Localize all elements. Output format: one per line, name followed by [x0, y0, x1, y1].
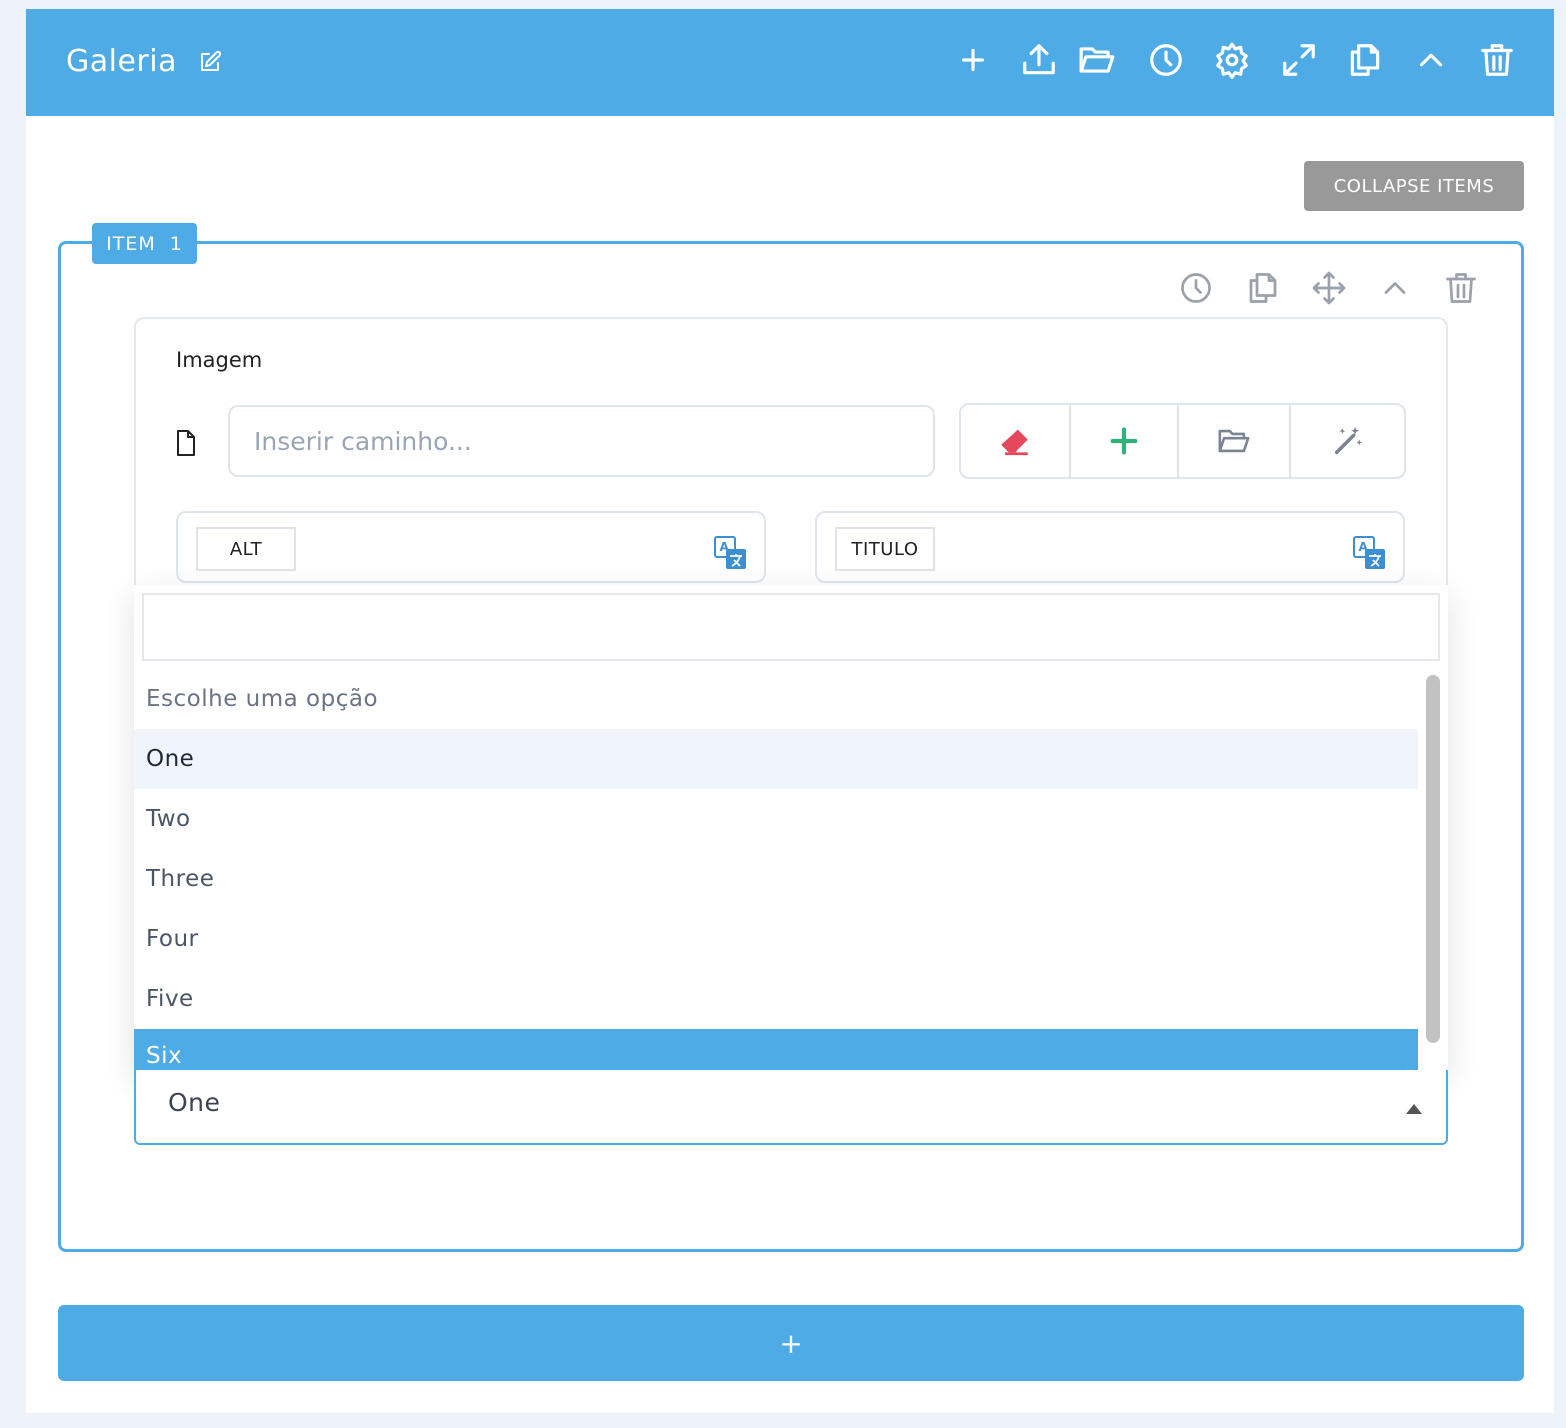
- eraser-icon: [1001, 429, 1028, 456]
- path-button-group: [959, 403, 1406, 479]
- alt-field[interactable]: ALT A: [176, 511, 766, 583]
- select-dropdown: Escolhe uma opção One Two Three Four Fiv…: [134, 585, 1448, 1071]
- alt-label: ALT: [196, 527, 296, 571]
- dropdown-option[interactable]: Five: [134, 969, 1418, 1029]
- expand-icon[interactable]: [1279, 40, 1319, 80]
- magic-wand-icon: [1334, 426, 1362, 455]
- plus-icon[interactable]: [953, 40, 993, 80]
- file-icon: [174, 429, 198, 457]
- dropdown-option[interactable]: Escolhe uma opção: [134, 669, 1418, 729]
- dropdown-option[interactable]: One: [134, 729, 1418, 789]
- chevron-up-icon[interactable]: [1411, 40, 1451, 80]
- history-icon[interactable]: [1146, 40, 1186, 80]
- item-badge: ITEM 1: [92, 223, 197, 264]
- caret-up-icon: [1406, 1104, 1422, 1114]
- dropdown-option[interactable]: Six: [134, 1029, 1418, 1071]
- folder-open-icon: [1218, 429, 1250, 453]
- add-item-button[interactable]: +: [58, 1305, 1524, 1381]
- image-label: Imagem: [176, 348, 263, 372]
- image-path-input[interactable]: Inserir caminho...: [228, 405, 935, 477]
- clear-path-button[interactable]: [961, 405, 1071, 477]
- browse-path-button[interactable]: [1179, 405, 1291, 477]
- item-copy-icon[interactable]: [1243, 268, 1283, 308]
- collapse-items-button[interactable]: COLLAPSE ITEMS: [1304, 161, 1524, 211]
- item-chevron-up-icon[interactable]: [1375, 268, 1415, 308]
- item-history-icon[interactable]: [1176, 268, 1216, 308]
- select-value: One: [168, 1088, 221, 1117]
- item-trash-icon[interactable]: [1441, 268, 1481, 308]
- dropdown-option[interactable]: Two: [134, 789, 1418, 849]
- title-field[interactable]: TITULO A: [815, 511, 1405, 583]
- translate-icon[interactable]: A: [1353, 536, 1387, 570]
- dropdown-option[interactable]: Three: [134, 849, 1418, 909]
- edit-icon[interactable]: [198, 50, 222, 74]
- plus-icon: [1110, 427, 1138, 455]
- settings-icon[interactable]: [1212, 40, 1252, 80]
- dropdown-search-input[interactable]: [142, 593, 1440, 661]
- dropdown-option[interactable]: Four: [134, 909, 1418, 969]
- folder-open-icon[interactable]: [1077, 40, 1117, 80]
- gallery-panel: Galeria COLLAPSE ITEMS ITEM 1 Imagem Ins…: [26, 9, 1554, 1413]
- trash-icon[interactable]: [1477, 40, 1517, 80]
- option-select[interactable]: One: [134, 1070, 1448, 1145]
- add-path-button[interactable]: [1071, 405, 1179, 477]
- magic-path-button[interactable]: [1291, 405, 1404, 477]
- translate-icon[interactable]: A: [714, 536, 748, 570]
- title-label: TITULO: [835, 527, 935, 571]
- dropdown-scroll-thumb[interactable]: [1426, 675, 1440, 1043]
- panel-header: Galeria: [26, 9, 1554, 116]
- copy-icon[interactable]: [1345, 40, 1385, 80]
- panel-title: Galeria: [66, 44, 177, 79]
- item-move-icon[interactable]: [1309, 268, 1349, 308]
- upload-icon[interactable]: [1019, 40, 1059, 80]
